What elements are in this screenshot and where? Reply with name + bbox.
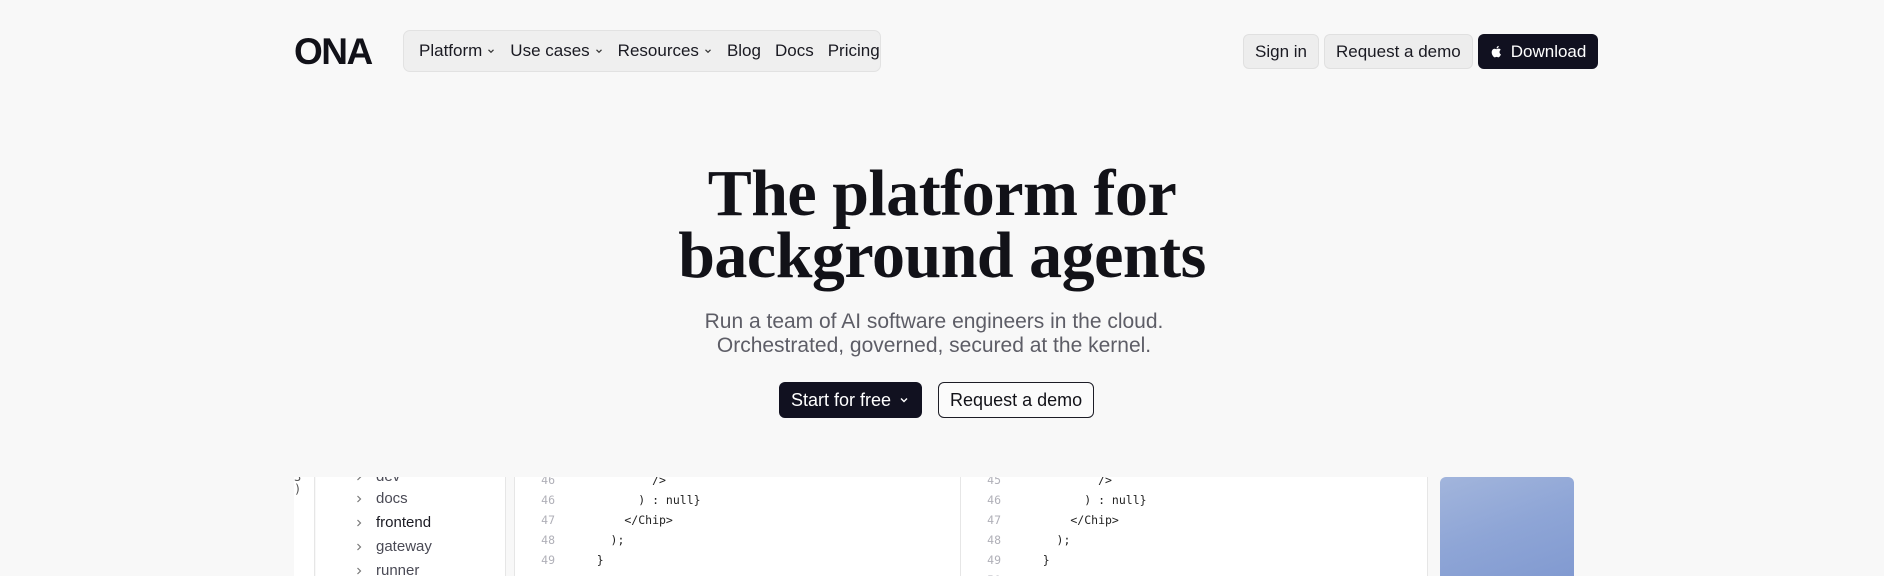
- code-line: 46 ) : null}: [961, 490, 1427, 510]
- code-line: 45 />: [961, 477, 1427, 490]
- line-number: 46: [541, 477, 555, 487]
- line-number: 46: [541, 493, 555, 507]
- nav-item-docs[interactable]: Docs: [775, 41, 814, 61]
- nav-item-label: Pricing: [827, 41, 880, 60]
- code-editor-right: 45 /> 46 ) : null} 47 </Chip> 48 ); 49 }…: [961, 477, 1428, 576]
- code-text: </Chip>: [1015, 513, 1119, 527]
- tree-item[interactable]: dev: [354, 477, 400, 485]
- line-number: 49: [987, 553, 1001, 567]
- nav-item-resources[interactable]: Resources: [618, 41, 713, 61]
- nav-item-label: Docs: [774, 41, 814, 60]
- tree-item-label: frontend: [376, 514, 432, 531]
- code-line: 49 }: [961, 550, 1427, 570]
- code-line: 50: [961, 570, 1427, 576]
- nav-item-blog[interactable]: Blog: [727, 41, 761, 61]
- chevron-right-icon: [357, 543, 362, 550]
- start-for-free-label: Start for free: [791, 389, 892, 410]
- line-number: 46: [987, 493, 1001, 507]
- hero-subtitle-line1: Run a team of AI software engineers in t…: [704, 310, 1164, 333]
- tree-item-label: gateway: [376, 538, 432, 555]
- nav-item-label: Use cases: [510, 41, 590, 60]
- nav-item-label: Blog: [726, 41, 761, 60]
- tree-item[interactable]: runner: [354, 562, 419, 576]
- hero-subtitle: Run a team of AI software engineers in t…: [0, 310, 1868, 358]
- chevron-right-icon: [357, 495, 362, 502]
- file-tree: dev docs frontend gateway runner: [316, 477, 506, 576]
- download-button[interactable]: Download: [1477, 34, 1599, 69]
- code-text: ) : null}: [1015, 493, 1147, 507]
- line-number: 48: [987, 533, 1001, 547]
- chevron-down-icon: [488, 49, 495, 54]
- code-text: );: [1015, 533, 1071, 547]
- preview-image: [1440, 477, 1574, 576]
- code-text: }: [1015, 553, 1050, 567]
- line-number: 49: [541, 553, 555, 567]
- code-line: 46 ) : null}: [515, 490, 960, 510]
- hero-cta-row: Start for free Request a demo: [779, 382, 1095, 418]
- tree-item-label: dev: [376, 477, 400, 485]
- nav-item-platform[interactable]: Platform: [419, 41, 496, 61]
- chevron-down-icon: [705, 49, 711, 54]
- edge-glyph: ): [294, 482, 302, 496]
- code-line: 46 />: [515, 477, 960, 490]
- nav-item-label: Resources: [617, 41, 699, 60]
- sign-in-button[interactable]: Sign in: [1243, 34, 1319, 69]
- code-text: );: [569, 533, 625, 547]
- header-actions: Sign in Request a demo Download: [1243, 34, 1599, 69]
- tree-item-label: docs: [376, 490, 408, 507]
- hero-subtitle-line2: Orchestrated, governed, secured at the k…: [716, 334, 1152, 357]
- code-line: 47 </Chip>: [515, 510, 960, 530]
- chevron-down-icon: [900, 398, 908, 403]
- download-label: Download: [1510, 41, 1587, 61]
- chevron-right-icon: [357, 477, 361, 480]
- tree-item[interactable]: gateway: [354, 538, 432, 555]
- code-line: 48 );: [515, 530, 960, 550]
- code-line: 49 }: [515, 550, 960, 570]
- logo-text: ONA: [294, 33, 373, 67]
- preview-edge-pane: 3 ): [294, 477, 315, 576]
- apple-icon: [1491, 45, 1501, 58]
- hero-title-line2: background agents: [678, 219, 1206, 292]
- line-number: 47: [541, 513, 555, 527]
- tree-item-label: runner: [376, 562, 420, 576]
- product-preview: 3 ) dev docs frontend gateway runner 46 …: [294, 477, 1574, 576]
- request-demo-header-button[interactable]: Request a demo: [1323, 34, 1473, 69]
- nav-item-label: Platform: [419, 41, 483, 60]
- nav-item-use-cases[interactable]: Use cases: [510, 41, 603, 61]
- chevron-right-icon: [357, 519, 362, 526]
- hero-title-line1: The platform for: [707, 157, 1177, 230]
- tree-item[interactable]: frontend: [354, 514, 431, 531]
- main-nav: Platform Use cases Resources Blog Docs P…: [403, 30, 881, 72]
- hero-title: The platform for background agents: [0, 157, 1884, 292]
- line-number: 47: [987, 513, 1001, 527]
- code-text: />: [1015, 477, 1112, 487]
- code-text: ) : null}: [569, 493, 701, 507]
- nav-item-pricing[interactable]: Pricing: [828, 41, 880, 61]
- chevron-down-icon: [595, 49, 602, 54]
- request-demo-hero-button[interactable]: Request a demo: [938, 382, 1095, 418]
- ona-logo[interactable]: ONA: [294, 33, 384, 67]
- line-number: 48: [541, 533, 555, 547]
- code-editor-left: 46 /> 46 ) : null} 47 </Chip> 48 ); 49 }: [514, 477, 961, 576]
- start-for-free-button[interactable]: Start for free: [779, 382, 923, 418]
- code-line: 47 </Chip>: [961, 510, 1427, 530]
- chevron-right-icon: [357, 567, 362, 574]
- code-text: </Chip>: [569, 513, 673, 527]
- tree-item[interactable]: docs: [354, 490, 408, 507]
- code-text: />: [569, 477, 666, 487]
- code-text: }: [569, 553, 604, 567]
- line-number: 45: [987, 477, 1001, 487]
- code-line: 48 );: [961, 530, 1427, 550]
